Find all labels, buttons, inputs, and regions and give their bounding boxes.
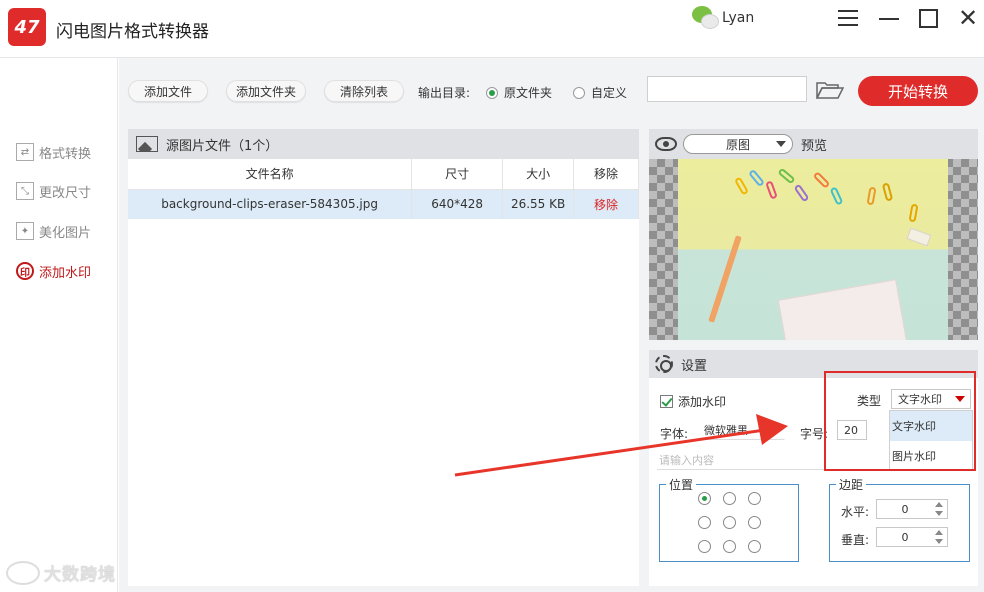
column-header: 移除 xyxy=(573,159,639,190)
app-logo-icon: 47 xyxy=(8,8,46,46)
spin-up-icon[interactable] xyxy=(935,530,943,535)
radio-dot xyxy=(486,86,498,99)
file-name-cell: background-clips-eraser-584305.jpg xyxy=(128,189,413,219)
column-header: 尺寸 xyxy=(411,159,504,190)
position-radio[interactable] xyxy=(748,492,761,505)
menu-icon[interactable] xyxy=(836,6,860,30)
preview-mode-select[interactable]: 原图 xyxy=(683,134,793,154)
horizontal-value: 0 xyxy=(901,502,909,516)
spin-up-icon[interactable] xyxy=(935,502,943,507)
minimize-icon[interactable] xyxy=(877,6,901,30)
sidebar-item-watermark[interactable]: 印 添加水印 xyxy=(16,260,91,282)
radio-label: 原文件夹 xyxy=(504,86,553,100)
file-dimensions-cell: 640*428 xyxy=(411,189,504,219)
watermark-icon: 印 xyxy=(16,262,34,280)
preview-panel: 原图 预览 xyxy=(649,129,978,340)
vertical-label: 垂直: xyxy=(841,533,870,547)
checkbox-box xyxy=(660,395,673,408)
start-convert-button[interactable]: 开始转换 xyxy=(858,76,978,106)
table-row[interactable]: background-clips-eraser-584305.jpg 640*4… xyxy=(128,189,639,219)
file-list-header: 源图片文件（1个） xyxy=(128,129,639,159)
add-watermark-checkbox[interactable]: 添加水印 xyxy=(660,393,726,410)
highlight-box xyxy=(824,371,976,471)
position-radio[interactable] xyxy=(698,540,711,553)
radio-dot xyxy=(573,86,585,99)
output-path-input[interactable] xyxy=(647,76,807,102)
file-size-cell: 26.55 KB xyxy=(502,189,575,219)
position-grid xyxy=(698,492,768,554)
format-convert-icon: ⇄ xyxy=(16,143,34,161)
user-account[interactable]: Lyan xyxy=(692,4,754,32)
sidebar-item-resize[interactable]: ⤡ 更改尺寸 xyxy=(16,180,91,202)
font-select[interactable]: 微软雅黑 xyxy=(697,420,785,440)
position-legend: 位置 xyxy=(669,478,694,492)
sidebar-item-beautify[interactable]: ✦ 美化图片 xyxy=(16,220,91,242)
checkbox-label: 添加水印 xyxy=(678,395,727,409)
image-icon xyxy=(136,136,158,152)
vertical-margin-input[interactable]: 0 xyxy=(876,527,948,547)
position-radio[interactable] xyxy=(723,516,736,529)
radio-label: 自定义 xyxy=(591,86,628,100)
position-radio[interactable] xyxy=(698,492,711,505)
eye-icon xyxy=(655,137,677,151)
watermark-text: 大数跨境 xyxy=(44,565,116,585)
spin-down-icon[interactable] xyxy=(935,539,943,544)
margin-legend: 边距 xyxy=(839,478,864,492)
file-table: 文件名称 尺寸 大小 移除 background-clips-eraser-58… xyxy=(128,159,639,219)
preview-image xyxy=(649,159,978,340)
sidebar-item-label: 格式转换 xyxy=(39,146,92,162)
remove-file-link[interactable]: 移除 xyxy=(573,189,639,219)
sidebar: ⇄ 格式转换 ⤡ 更改尺寸 ✦ 美化图片 印 添加水印 xyxy=(0,58,118,592)
app-title: 闪电图片格式转换器 xyxy=(56,22,209,42)
table-header-row: 文件名称 尺寸 大小 移除 xyxy=(128,159,639,190)
resize-icon: ⤡ xyxy=(16,182,34,200)
file-list-title: 源图片文件（1个） xyxy=(166,138,279,154)
position-radio[interactable] xyxy=(723,492,736,505)
preview-header: 原图 预览 xyxy=(649,129,978,159)
add-file-button[interactable]: 添加文件 xyxy=(128,80,208,102)
radio-custom-folder[interactable]: 自定义 xyxy=(573,84,627,101)
close-icon[interactable]: ✕ xyxy=(956,4,980,32)
position-radio[interactable] xyxy=(748,516,761,529)
horizontal-margin-input[interactable]: 0 xyxy=(876,499,948,519)
position-radio[interactable] xyxy=(723,540,736,553)
beautify-icon: ✦ xyxy=(16,222,34,240)
preview-mode-value: 原图 xyxy=(725,137,750,152)
settings-title: 设置 xyxy=(681,358,708,374)
clear-list-button[interactable]: 清除列表 xyxy=(324,80,404,102)
spin-down-icon[interactable] xyxy=(935,511,943,516)
position-radio[interactable] xyxy=(748,540,761,553)
radio-original-folder[interactable]: 原文件夹 xyxy=(486,84,552,101)
gear-icon xyxy=(655,355,673,373)
add-folder-button[interactable]: 添加文件夹 xyxy=(226,80,306,102)
folder-browse-icon[interactable] xyxy=(815,80,845,100)
user-name: Lyan xyxy=(722,10,755,26)
output-dir-label: 输出目录: xyxy=(418,86,471,100)
sidebar-item-label: 更改尺寸 xyxy=(39,185,92,201)
sidebar-item-label: 添加水印 xyxy=(39,265,92,281)
position-radio[interactable] xyxy=(698,516,711,529)
vertical-value: 0 xyxy=(901,530,909,544)
font-value: 微软雅黑 xyxy=(704,424,748,437)
preview-label: 预览 xyxy=(801,138,828,154)
chevron-down-icon xyxy=(769,427,779,433)
wechat-icon xyxy=(692,4,720,32)
chevron-down-icon xyxy=(776,141,786,147)
sidebar-item-format-convert[interactable]: ⇄ 格式转换 xyxy=(16,141,91,163)
title-bar: 47 闪电图片格式转换器 Lyan ✕ xyxy=(0,0,984,58)
column-header: 文件名称 xyxy=(128,159,413,190)
watermark-logo-icon xyxy=(6,560,40,585)
sidebar-item-label: 美化图片 xyxy=(39,225,92,241)
file-list-panel: 源图片文件（1个） 文件名称 尺寸 大小 移除 background-clips… xyxy=(128,129,639,586)
overlay-watermark: 大数跨境 xyxy=(6,560,116,585)
horizontal-label: 水平: xyxy=(841,505,870,519)
column-header: 大小 xyxy=(502,159,575,190)
maximize-icon[interactable] xyxy=(916,6,940,30)
font-label: 字体: xyxy=(660,427,689,441)
preview-photo xyxy=(678,159,948,340)
